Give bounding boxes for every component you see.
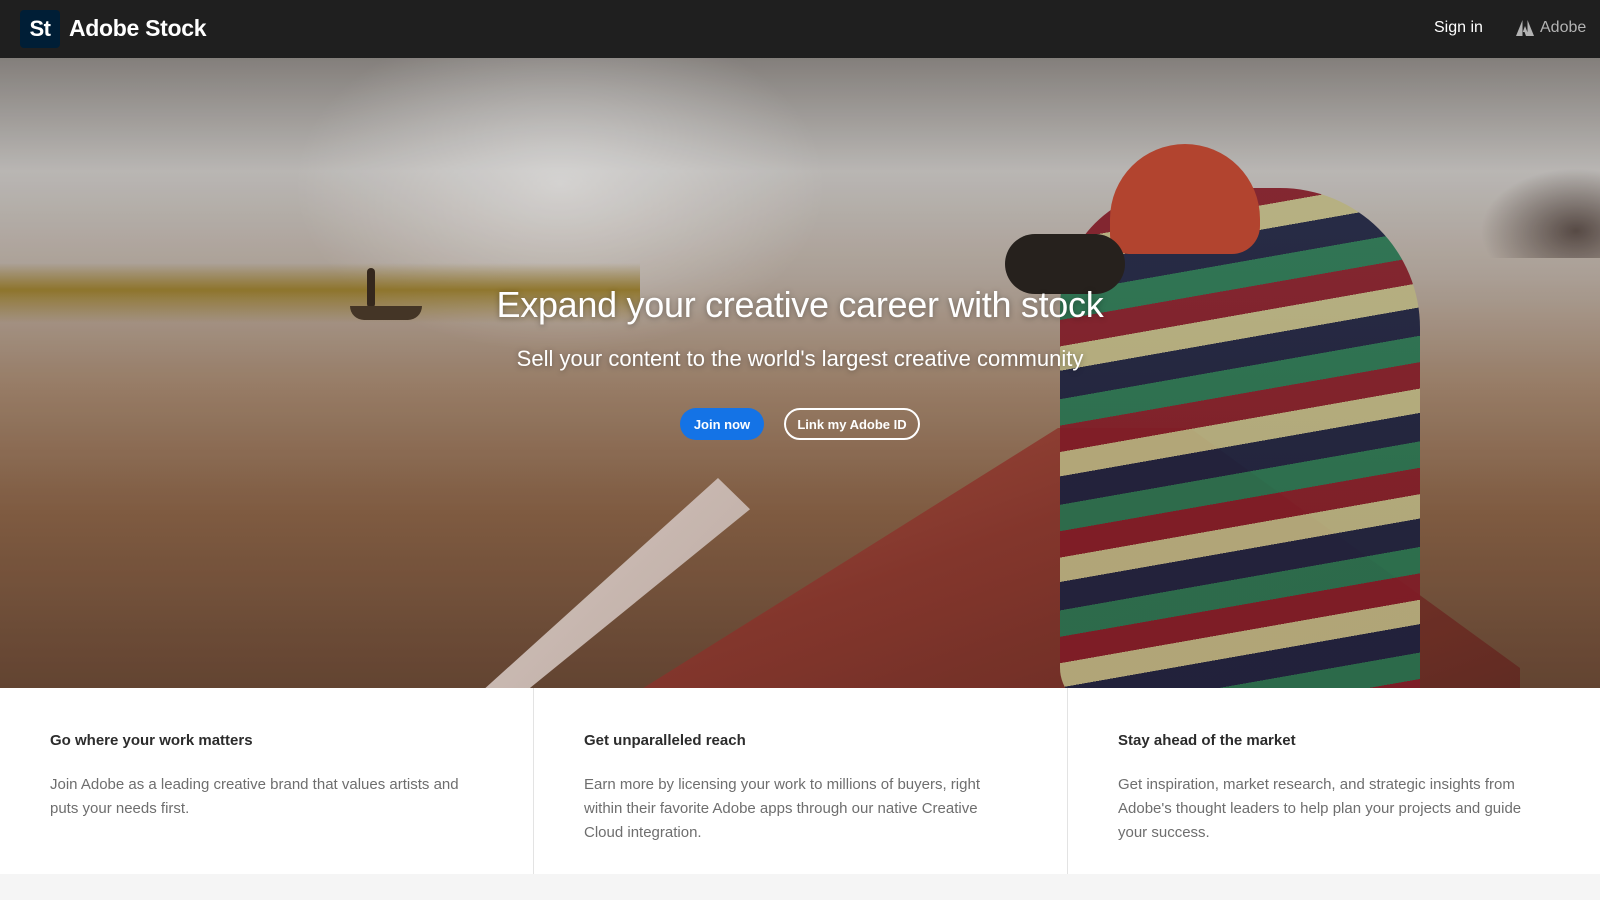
feature-title: Get unparalleled reach — [584, 732, 746, 749]
feature-body: Earn more by licensing your work to mill… — [584, 776, 980, 841]
adobe-stock-logo[interactable]: St — [20, 10, 60, 48]
adobe-home-link[interactable]: Adobe — [1516, 19, 1586, 37]
hero-overlay — [0, 58, 1600, 688]
features-section: Go where your work matters Join Adobe as… — [0, 688, 1600, 874]
feature-title: Stay ahead of the market — [1118, 732, 1296, 749]
sign-in-link[interactable]: Sign in — [1434, 19, 1483, 37]
brand-name[interactable]: Adobe Stock — [69, 15, 207, 42]
feature-title: Go where your work matters — [50, 732, 253, 749]
feature-body: Get inspiration, market research, and st… — [1118, 776, 1522, 841]
feature-card: Get unparalleled reach Earn more by lice… — [533, 688, 1067, 874]
hero-banner: Expand your creative career with stock S… — [0, 58, 1600, 688]
link-adobe-id-button[interactable]: Link my Adobe ID — [784, 408, 920, 440]
hero-subtitle: Sell your content to the world's largest… — [516, 346, 1084, 371]
page-footer-strip — [0, 874, 1600, 900]
adobe-logo-icon — [1516, 20, 1534, 36]
adobe-link-label: Adobe — [1540, 19, 1587, 36]
top-navigation-bar: St Adobe Stock Sign in Adobe — [0, 0, 1600, 58]
hero-title: Expand your creative career with stock — [496, 284, 1104, 325]
feature-card: Go where your work matters Join Adobe as… — [0, 688, 533, 874]
feature-body: Join Adobe as a leading creative brand t… — [50, 776, 459, 817]
feature-card: Stay ahead of the market Get inspiration… — [1067, 688, 1600, 874]
join-now-button[interactable]: Join now — [680, 408, 764, 440]
